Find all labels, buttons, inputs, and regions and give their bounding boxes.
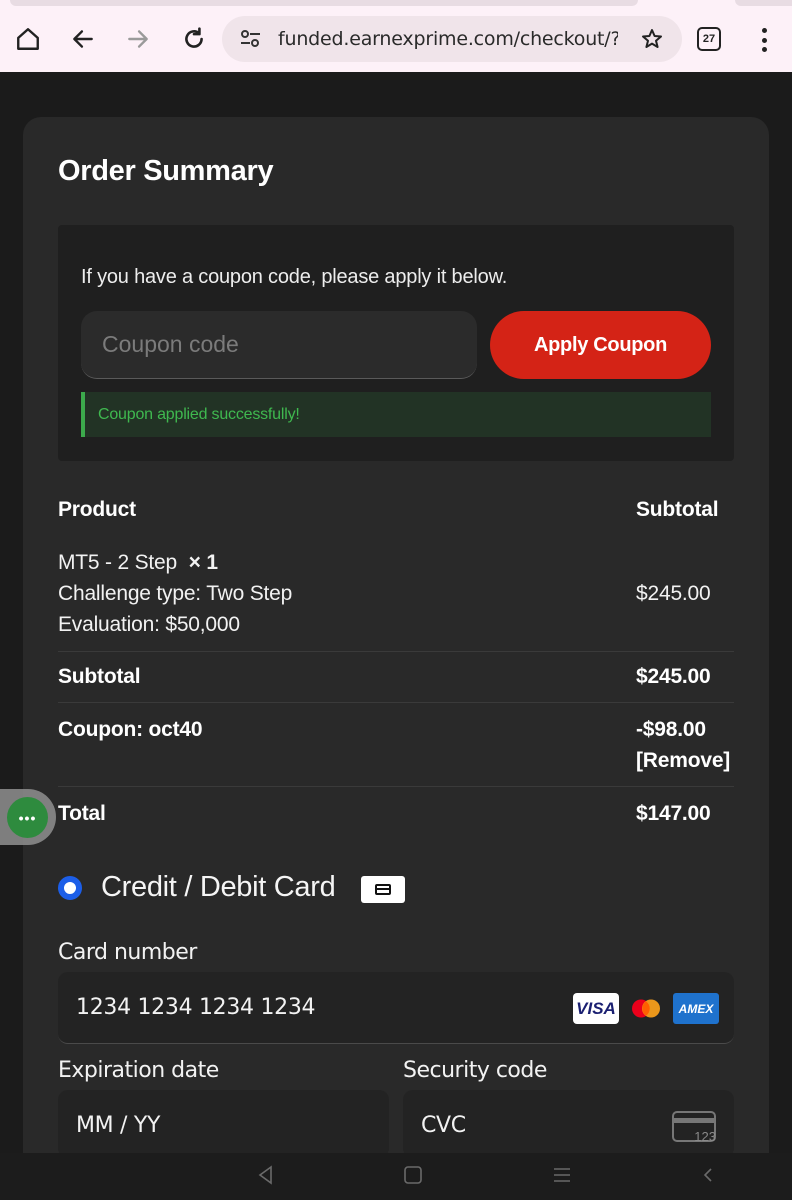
back-icon[interactable]	[61, 17, 105, 61]
product-header: Product	[58, 498, 136, 521]
expiry-label: Expiration date	[58, 1058, 219, 1083]
divider	[58, 651, 734, 652]
divider	[58, 702, 734, 703]
apply-coupon-button[interactable]: Apply Coupon	[490, 311, 711, 379]
tab-strip-right	[735, 0, 792, 6]
card-payment-radio[interactable]	[58, 876, 82, 900]
coupon-label: Coupon: oct40	[58, 718, 203, 741]
evaluation-amount: Evaluation: $50,000	[58, 613, 240, 636]
reload-icon[interactable]	[172, 17, 216, 61]
page-title: Order Summary	[58, 155, 274, 187]
forward-icon[interactable]	[116, 17, 160, 61]
cvc-card-icon: 123	[672, 1111, 716, 1143]
amex-logo: AMEX	[673, 993, 719, 1024]
system-nav-bar	[0, 1153, 792, 1200]
menu-kebab-icon[interactable]	[754, 26, 774, 54]
nav-collapse-icon[interactable]	[697, 1164, 719, 1186]
subtotal-header: Subtotal	[636, 498, 719, 521]
product-name: MT5 - 2 Step × 1	[58, 551, 218, 575]
coupon-success-message: Coupon applied successfully!	[81, 392, 711, 437]
tab-strip	[10, 0, 638, 6]
product-price: $245.00	[636, 582, 711, 605]
product-quantity: × 1	[188, 551, 218, 574]
coupon-discount: -$98.00	[636, 718, 706, 741]
nav-recents-icon[interactable]	[551, 1164, 573, 1186]
product-name-text: MT5 - 2 Step	[58, 551, 177, 574]
divider	[58, 786, 734, 787]
card-number-label: Card number	[58, 940, 197, 965]
total-value: $147.00	[636, 802, 711, 825]
site-settings-icon[interactable]	[238, 27, 264, 51]
security-code-label: Security code	[403, 1058, 547, 1083]
coupon-input[interactable]	[81, 311, 477, 379]
nav-home-icon[interactable]	[402, 1164, 424, 1186]
challenge-type: Challenge type: Two Step	[58, 582, 293, 605]
remove-coupon-link[interactable]: [Remove]	[636, 749, 730, 773]
payment-method-label[interactable]: Credit / Debit Card	[101, 871, 336, 904]
nav-back-icon[interactable]	[255, 1164, 277, 1186]
card-number-placeholder[interactable]: 1234 1234 1234 1234	[76, 995, 316, 1020]
home-icon[interactable]	[6, 17, 50, 61]
mastercard-logo	[632, 999, 660, 1018]
address-bar[interactable]: funded.earnexprime.com/checkout/?acc	[222, 16, 682, 62]
subtotal-value: $245.00	[636, 665, 711, 688]
subtotal-label: Subtotal	[58, 665, 141, 688]
coupon-hint: If you have a coupon code, please apply …	[81, 266, 508, 288]
total-label: Total	[58, 802, 106, 825]
more-options-icon[interactable]: •••	[7, 797, 48, 838]
credit-card-icon	[361, 876, 405, 903]
browser-toolbar: funded.earnexprime.com/checkout/?acc 27	[0, 0, 792, 72]
expiry-placeholder[interactable]: MM / YY	[76, 1113, 160, 1138]
visa-logo: VISA	[573, 993, 619, 1024]
tab-switcher-icon[interactable]: 27	[697, 27, 721, 51]
cvc-icon-digits: 123	[694, 1129, 716, 1143]
cvc-placeholder[interactable]: CVC	[421, 1113, 466, 1138]
url-text[interactable]: funded.earnexprime.com/checkout/?acc	[278, 28, 618, 50]
bookmark-star-icon[interactable]	[640, 27, 664, 51]
